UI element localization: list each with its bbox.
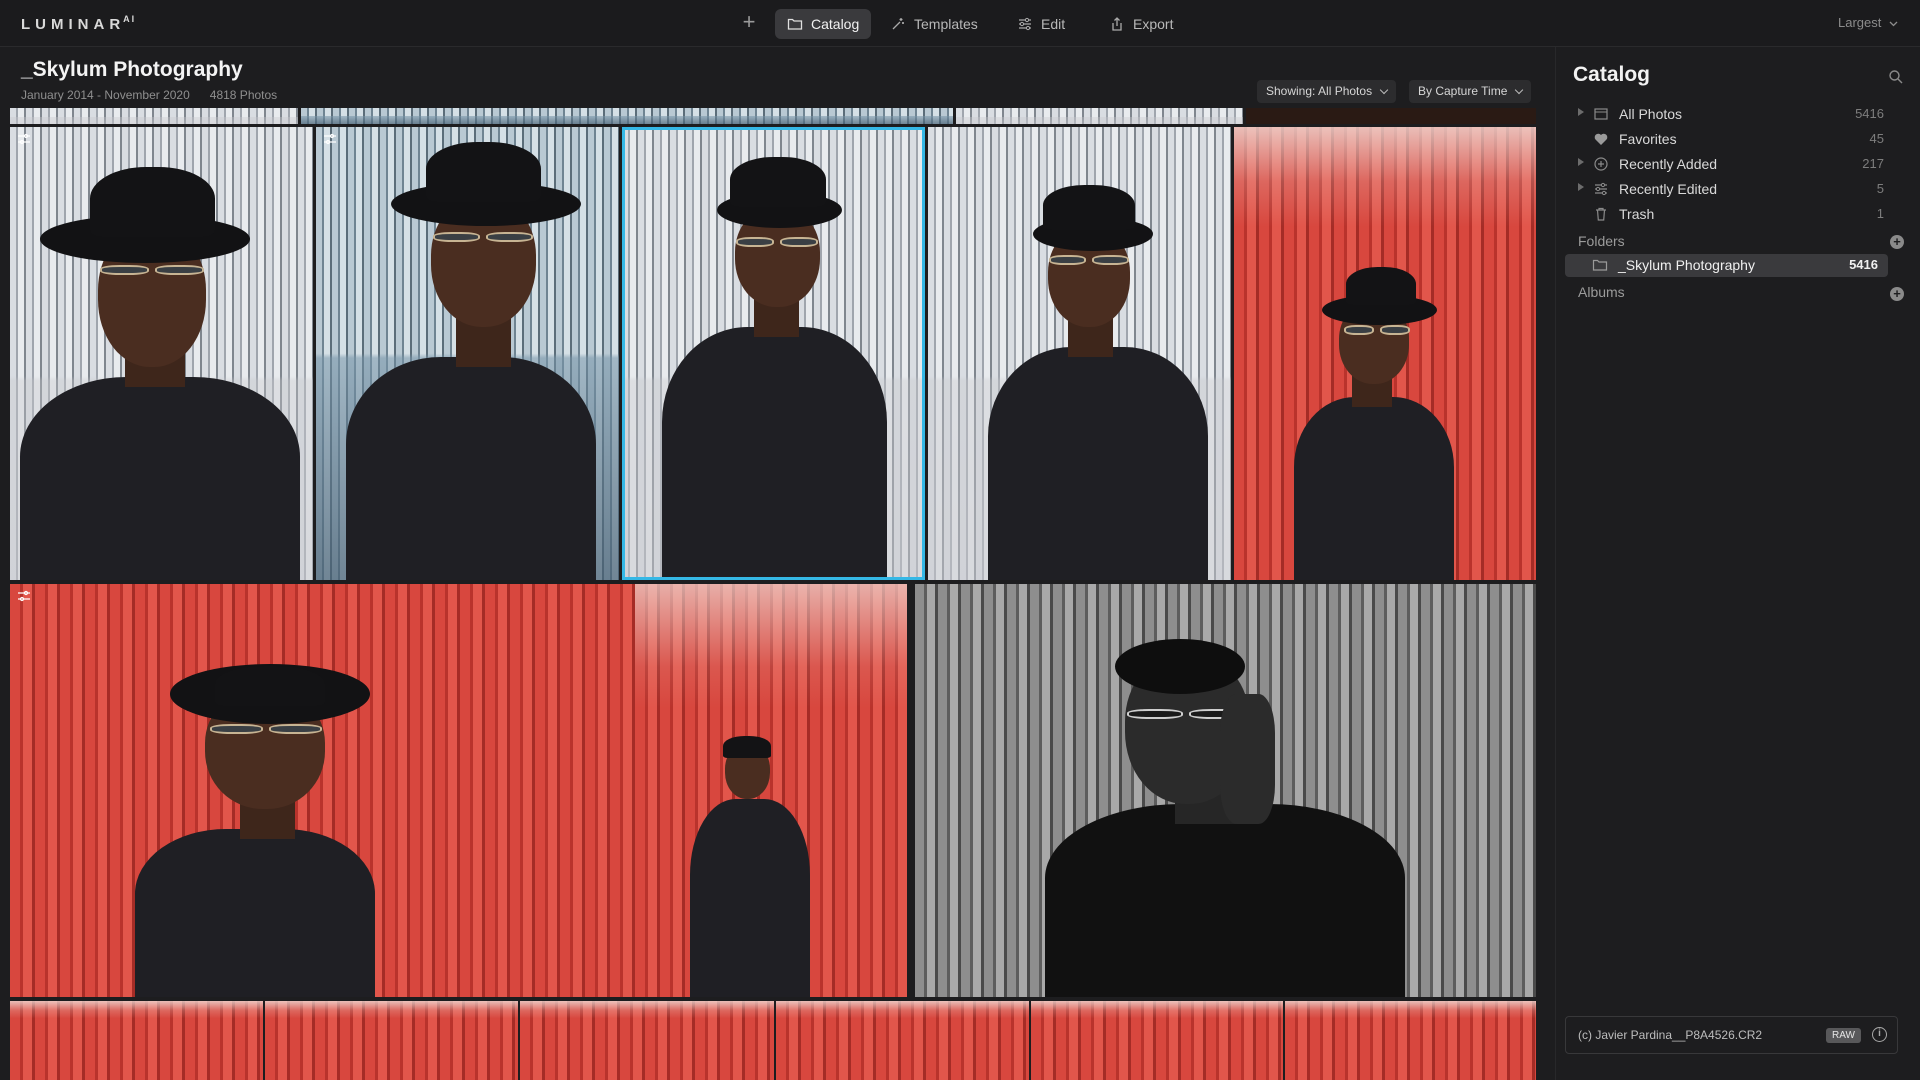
add-photos-button[interactable]: + bbox=[736, 10, 762, 36]
photo-thumbnail[interactable] bbox=[928, 127, 1231, 580]
portrait-subject bbox=[622, 127, 925, 580]
photo-thumbnail[interactable] bbox=[10, 584, 907, 997]
file-info-bar: (c) Javier Pardina__P8A4526.CR2 RAW i bbox=[1565, 1016, 1898, 1054]
tab-catalog[interactable]: Catalog bbox=[775, 9, 872, 39]
photo-thumbnail-selected[interactable] bbox=[622, 127, 925, 580]
photo-thumbnail[interactable] bbox=[265, 1001, 518, 1080]
sidebar-item-favorites[interactable]: Favorites 45 bbox=[1556, 127, 1920, 152]
chevron-down-icon bbox=[1889, 21, 1898, 27]
portrait-subject bbox=[928, 127, 1231, 580]
photo-grid bbox=[10, 108, 1536, 1080]
photo-thumbnail[interactable] bbox=[301, 108, 953, 124]
expand-arrow-icon[interactable] bbox=[1578, 158, 1584, 166]
thumbnail-size-select[interactable]: Largest bbox=[1838, 15, 1898, 30]
folder-icon bbox=[787, 18, 803, 30]
photo-thumbnail[interactable] bbox=[1246, 108, 1536, 124]
portrait-subject bbox=[915, 584, 1536, 997]
sparkle-wand-icon bbox=[892, 18, 904, 30]
photo-thumbnail[interactable] bbox=[1285, 1001, 1536, 1080]
file-name: (c) Javier Pardina__P8A4526.CR2 bbox=[1578, 1028, 1763, 1042]
sort-dropdown[interactable]: By Capture Time bbox=[1409, 80, 1532, 103]
showing-filter-dropdown[interactable]: Showing: All Photos bbox=[1257, 80, 1397, 103]
photos-icon bbox=[1594, 108, 1608, 120]
photo-thumbnail[interactable] bbox=[915, 584, 1536, 997]
date-range: January 2014 - November 2020 bbox=[21, 88, 190, 102]
tab-templates[interactable]: Templates bbox=[878, 9, 990, 39]
sidebar-item-folder[interactable]: _Skylum Photography 5416 bbox=[1565, 254, 1888, 277]
photo-thumbnail[interactable] bbox=[956, 108, 1243, 124]
photo-thumbnail[interactable] bbox=[776, 1001, 1029, 1080]
sidebar-title: Catalog bbox=[1573, 63, 1651, 86]
raw-badge: RAW bbox=[1826, 1028, 1861, 1043]
plus-circle-icon bbox=[1594, 157, 1608, 171]
tab-export[interactable]: Export bbox=[1097, 9, 1185, 39]
tab-export-label: Export bbox=[1133, 16, 1174, 32]
sidebar-item-trash[interactable]: Trash 1 bbox=[1556, 202, 1920, 227]
sidebar-item-recently-edited[interactable]: Recently Edited 5 bbox=[1556, 177, 1920, 202]
portrait-subject bbox=[10, 127, 313, 580]
add-album-button[interactable]: + bbox=[1890, 287, 1904, 301]
portrait-subject bbox=[630, 584, 907, 997]
app-logo: LUMINARAI bbox=[21, 14, 137, 33]
photo-thumbnail[interactable] bbox=[316, 127, 619, 580]
folder-icon bbox=[1592, 259, 1608, 271]
folder-summary: January 2014 - November 2020 4818 Photos bbox=[21, 88, 277, 102]
sidebar-item-recently-added[interactable]: Recently Added 217 bbox=[1556, 152, 1920, 177]
sidebar-item-all-photos[interactable]: All Photos 5416 bbox=[1556, 102, 1920, 127]
folders-section-label: Folders bbox=[1578, 233, 1625, 249]
tab-edit[interactable]: Edit bbox=[1005, 9, 1077, 39]
tab-templates-label: Templates bbox=[914, 16, 978, 32]
expand-arrow-icon[interactable] bbox=[1578, 108, 1584, 116]
trash-icon bbox=[1596, 207, 1606, 221]
photo-thumbnail[interactable] bbox=[1031, 1001, 1283, 1080]
share-icon bbox=[1112, 17, 1122, 31]
sliders-icon bbox=[1595, 182, 1607, 196]
photo-thumbnail[interactable] bbox=[10, 127, 313, 580]
top-bar: LUMINARAI + Catalog Templates Edit Expor… bbox=[0, 0, 1920, 47]
albums-section-label: Albums bbox=[1578, 284, 1625, 300]
search-icon[interactable] bbox=[1888, 69, 1904, 85]
page-title: _Skylum Photography bbox=[21, 58, 243, 81]
add-folder-button[interactable]: + bbox=[1890, 235, 1904, 249]
info-icon[interactable]: i bbox=[1872, 1027, 1887, 1042]
photo-thumbnail[interactable] bbox=[520, 1001, 774, 1080]
portrait-subject bbox=[316, 127, 619, 580]
photo-count: 4818 Photos bbox=[209, 88, 278, 102]
portrait-subject bbox=[10, 584, 510, 997]
tab-catalog-label: Catalog bbox=[811, 16, 860, 32]
expand-arrow-icon[interactable] bbox=[1578, 183, 1584, 191]
heart-icon bbox=[1594, 133, 1608, 145]
portrait-subject bbox=[1234, 127, 1536, 580]
catalog-sidebar: Catalog All Photos 5416 Favorites 45 Rec… bbox=[1555, 47, 1920, 1080]
sliders-icon bbox=[1019, 17, 1031, 31]
photo-thumbnail[interactable] bbox=[10, 1001, 263, 1080]
photo-thumbnail[interactable] bbox=[1234, 127, 1536, 580]
photo-thumbnail[interactable] bbox=[10, 108, 298, 124]
tab-edit-label: Edit bbox=[1041, 16, 1066, 32]
